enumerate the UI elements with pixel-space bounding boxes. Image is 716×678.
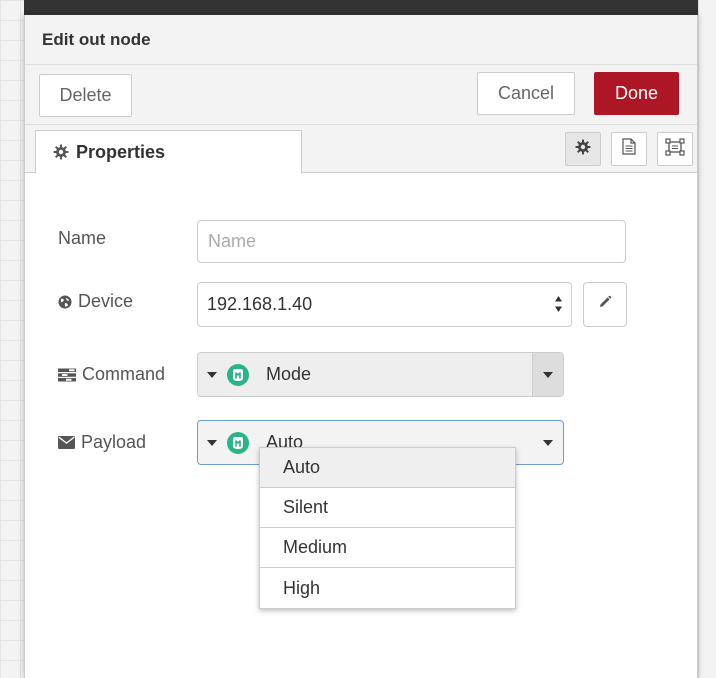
payload-option-auto[interactable]: Auto [260, 448, 515, 488]
edit-tray: Edit out node Delete Cancel Done Propert… [24, 15, 698, 678]
command-label: Command [58, 364, 165, 385]
editor-top-strip [0, 0, 716, 15]
envelope-icon [58, 436, 75, 449]
command-select-value: Mode [266, 364, 312, 384]
globe-icon [58, 295, 72, 309]
name-input[interactable] [197, 220, 626, 263]
device-select[interactable]: 192.168.1.40 [197, 282, 572, 327]
appearance-tab-button[interactable] [657, 132, 693, 166]
tray-header: Edit out node [25, 15, 697, 65]
type-caret-icon [207, 439, 219, 446]
chevron-down-icon [532, 421, 563, 464]
tasks-icon [58, 368, 76, 382]
description-tab-button[interactable] [611, 132, 647, 166]
name-label: Name [58, 228, 106, 249]
pencil-icon [598, 295, 612, 314]
tray-toolbar: Delete Cancel Done [25, 65, 697, 125]
workspace-grid [0, 0, 24, 678]
device-label: Device [58, 291, 133, 312]
command-select[interactable]: Mode [197, 352, 564, 397]
payload-label: Payload [58, 432, 146, 453]
done-button[interactable]: Done [594, 72, 679, 115]
payload-option-silent[interactable]: Silent [260, 488, 515, 528]
device-logo-icon [227, 431, 249, 454]
document-icon [622, 138, 636, 160]
device-select-value: 192.168.1.40 [207, 294, 313, 314]
type-caret-icon [207, 371, 219, 378]
tabs-bar: Properties [25, 125, 697, 174]
payload-option-high[interactable]: High [260, 568, 515, 608]
node-appearance-icon [665, 137, 685, 161]
delete-button[interactable]: Delete [39, 74, 132, 117]
payload-dropdown: Auto Silent Medium High [259, 447, 516, 609]
edit-device-button[interactable] [583, 282, 627, 327]
workspace-right-edge [698, 0, 716, 678]
cancel-button[interactable]: Cancel [477, 72, 575, 115]
gear-icon [53, 144, 69, 160]
tray-title: Edit out node [42, 30, 151, 49]
select-arrows-icon [554, 295, 563, 313]
payload-label-text: Payload [81, 432, 147, 452]
gear-icon [575, 139, 591, 160]
command-label-text: Command [82, 364, 166, 384]
tab-properties[interactable]: Properties [35, 130, 302, 174]
tab-properties-label: Properties [76, 141, 166, 162]
payload-option-medium[interactable]: Medium [260, 528, 515, 568]
device-logo-icon [227, 363, 249, 386]
chevron-down-icon [532, 353, 563, 396]
name-label-text: Name [58, 228, 107, 248]
device-label-text: Device [78, 291, 134, 311]
settings-tab-button[interactable] [565, 132, 601, 166]
